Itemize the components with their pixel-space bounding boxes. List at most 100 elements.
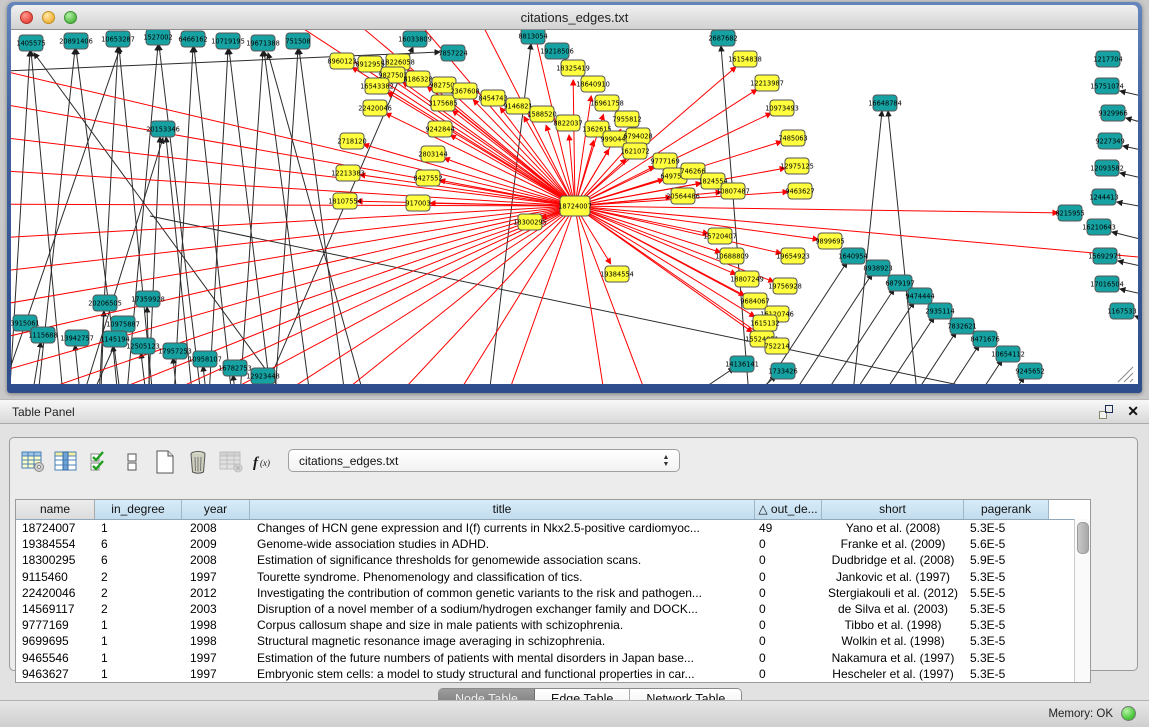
graph-node[interactable]: 9227349 [1095,133,1124,149]
graph-node[interactable]: 15720407 [703,228,737,244]
function-builder-icon[interactable]: f (x) [249,448,279,476]
graph-node[interactable]: 9242844 [425,121,454,137]
network-canvas[interactable]: 8960123891295518226058982750316543382818… [11,30,1138,384]
graph-node[interactable]: 19671388 [246,35,280,51]
cell-title[interactable]: Corpus callosum shape and size in male p… [250,617,755,633]
graph-node[interactable]: 1615132 [750,315,779,331]
column-header-pagerank[interactable]: pagerank [964,500,1049,519]
graph-node[interactable]: 752214 [764,338,789,354]
graph-node[interactable]: 10654112 [991,346,1025,362]
column-header-year[interactable]: year [182,500,250,519]
cell-title[interactable]: Structural magnetic resonance image aver… [250,633,755,649]
show-columns-icon[interactable] [51,448,81,476]
graph-node[interactable]: 8822037 [553,115,582,131]
table-scrollbar[interactable] [1074,519,1090,682]
graph-node[interactable]: 9463627 [785,183,814,199]
table-row[interactable]: 969969511998Structural magnetic resonanc… [16,633,1090,649]
new-table-icon[interactable] [150,448,180,476]
graph-node[interactable]: 16154838 [728,51,762,67]
cell-in_degree[interactable]: 1 [95,520,182,536]
graph-node[interactable]: 9684067 [740,293,769,309]
table-row[interactable]: 1938455462009Genome-wide association stu… [16,536,1090,552]
window-titlebar[interactable]: citations_edges.txt [11,5,1138,30]
cell-pagerank[interactable]: 5.6E-5 [964,536,1049,552]
graph-node[interactable]: 1405575 [16,35,45,51]
graph-node[interactable]: 9329966 [1098,105,1127,121]
graph-node[interactable]: 17359928 [131,291,165,307]
graph-node[interactable]: 7857224 [438,45,467,61]
cell-short[interactable]: Yano et al. (2008) [822,520,964,536]
graph-node[interactable]: 10688809 [715,248,749,264]
cell-in_degree[interactable]: 1 [95,633,182,649]
cell-in_degree[interactable]: 6 [95,552,182,568]
cell-pagerank[interactable]: 5.3E-5 [964,633,1049,649]
graph-node[interactable]: 12093582 [1090,160,1124,176]
table-row[interactable]: 911546021997Tourette syndrome. Phenomeno… [16,569,1090,585]
graph-node[interactable]: 8960123 [327,53,356,69]
cell-year[interactable]: 2008 [182,520,250,536]
cell-pagerank[interactable]: 5.3E-5 [964,569,1049,585]
graph-node[interactable]: 20564486 [666,188,700,204]
graph-node[interactable]: 6794028 [623,128,652,144]
graph-node[interactable]: 16543382 [360,78,394,94]
cell-out_de[interactable]: 0 [755,650,822,666]
cell-short[interactable]: Hescheler et al. (1997) [822,666,964,682]
cell-name[interactable]: 14569117 [16,601,95,617]
cell-name[interactable]: 9465546 [16,650,95,666]
table-row[interactable]: 1456911722003Disruption of a novel membe… [16,601,1090,617]
cell-pagerank[interactable]: 5.3E-5 [964,601,1049,617]
graph-node[interactable]: 1640954 [838,248,867,264]
graph-hub-node[interactable]: 18724007 [558,196,592,216]
graph-node[interactable]: 12505123 [126,338,160,354]
cell-out_de[interactable]: 0 [755,536,822,552]
graph-node[interactable]: 7832621 [947,318,976,334]
graph-node[interactable]: 18300295 [513,214,547,230]
cell-in_degree[interactable]: 2 [95,569,182,585]
cell-year[interactable]: 1997 [182,666,250,682]
cell-title[interactable]: Disruption of a novel member of a sodium… [250,601,755,617]
scrollbar-thumb[interactable] [1077,522,1089,554]
graph-node[interactable]: 10973493 [765,100,799,116]
cell-short[interactable]: Dudbridge et al. (2008) [822,552,964,568]
float-panel-icon[interactable] [1099,405,1113,419]
graph-node[interactable]: 9899695 [815,233,844,249]
graph-node[interactable]: 10958107 [188,351,222,367]
cell-name[interactable]: 9463627 [16,666,95,682]
cell-year[interactable]: 1997 [182,569,250,585]
column-header-in_degree[interactable]: in_degree [95,500,182,519]
graph-node[interactable]: 1167533 [1107,303,1136,319]
graph-node[interactable]: 2935114 [925,303,954,319]
cell-year[interactable]: 2003 [182,601,250,617]
cell-out_de[interactable]: 0 [755,666,822,682]
cell-out_de[interactable]: 0 [755,569,822,585]
close-panel-icon[interactable]: ✕ [1127,403,1139,419]
cell-in_degree[interactable]: 6 [95,536,182,552]
graph-node[interactable]: 1588520 [527,106,556,122]
graph-node[interactable]: 16210643 [1082,219,1116,235]
graph-node[interactable]: 19654923 [776,248,810,264]
graph-node[interactable]: 15751074 [1090,78,1124,94]
cell-short[interactable]: Jankovic et al. (1997) [822,569,964,585]
graph-node[interactable]: 8938923 [863,260,892,276]
table-settings-icon[interactable] [18,448,48,476]
cell-year[interactable]: 2009 [182,536,250,552]
table-row[interactable]: 946554611997Estimation of the future num… [16,650,1090,666]
column-header-short[interactable]: short [822,500,964,519]
table-row[interactable]: 977716911998Corpus callosum shape and si… [16,617,1090,633]
graph-node[interactable]: 9474444 [905,288,934,304]
graph-node[interactable]: 18807249 [730,271,764,287]
graph-node[interactable]: 18640910 [576,76,610,92]
cell-in_degree[interactable]: 1 [95,617,182,633]
graph-node[interactable]: 18107554 [328,193,362,209]
cell-year[interactable]: 1998 [182,633,250,649]
row-height-icon[interactable] [117,448,147,476]
graph-node[interactable]: 16033809 [398,31,432,47]
graph-node[interactable]: 8813054 [518,30,547,44]
table-row[interactable]: 946362711997Embryonic stem cells: a mode… [16,666,1090,682]
graph-node[interactable]: 1244413 [1089,189,1118,205]
cell-in_degree[interactable]: 2 [95,601,182,617]
graph-node[interactable]: 1621072 [620,143,649,159]
graph-node[interactable]: 20891406 [59,33,93,49]
graph-node[interactable]: 2803144 [418,146,447,162]
cell-out_de[interactable]: 0 [755,617,822,633]
